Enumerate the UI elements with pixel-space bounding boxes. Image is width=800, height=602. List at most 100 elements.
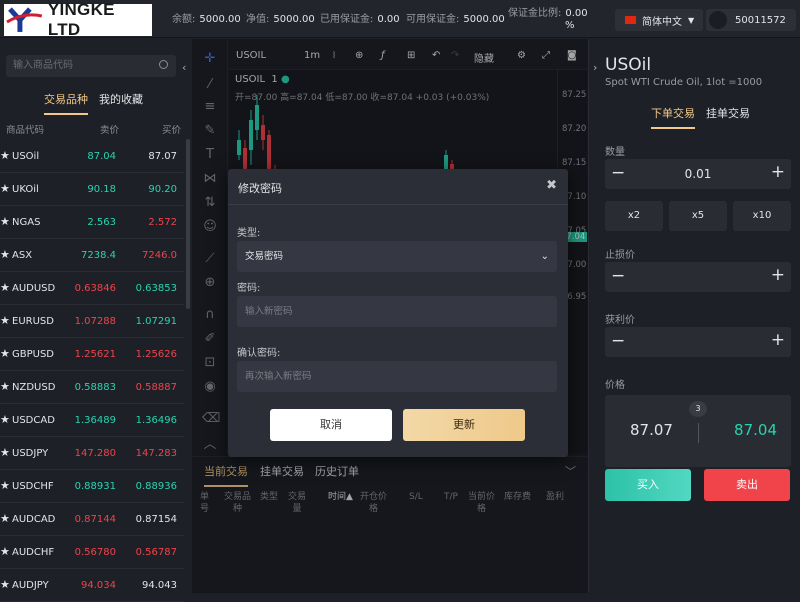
trade-panel: › USOil Spot WTI Crude Oil, 1lot =1000 下…	[588, 39, 800, 593]
multiplier-x2-button[interactable]: x2	[605, 201, 663, 231]
favorite-star-icon[interactable]: ★	[0, 578, 10, 591]
symbol-row[interactable]: ★ AUDJPY 94.034 94.043	[0, 569, 184, 602]
favorite-star-icon[interactable]: ★	[0, 149, 10, 162]
dialog-title: 修改密码	[238, 182, 282, 195]
spread-badge: 3	[689, 401, 707, 417]
symbol-bid: 0.88931	[74, 481, 116, 492]
free-margin-value: 5000.00	[463, 14, 505, 25]
symbol-row[interactable]: ★ AUDCHF 0.56780 0.56787	[0, 536, 184, 569]
used-margin-stat: 已用保证金: 0.00	[320, 14, 400, 25]
cancel-button[interactable]: 取消	[270, 409, 392, 441]
favorite-star-icon[interactable]: ★	[0, 248, 10, 261]
favorite-star-icon[interactable]: ★	[0, 347, 10, 360]
change-password-dialog: 修改密码 ✖ 类型: 交易密码 ⌄ 密码: 输入新密码 确认密码: 再次输入新密码…	[228, 169, 568, 457]
buy-button[interactable]: 买入	[605, 469, 691, 501]
confirm-password-label: 确认密码:	[237, 348, 281, 359]
used-margin-value: 0.00	[377, 14, 400, 25]
symbol-row[interactable]: ★ USOil 87.04 87.07	[0, 140, 184, 173]
symbol-row[interactable]: ★ NGAS 2.563 2.572	[0, 206, 184, 239]
bid-price: 87.07	[630, 421, 673, 439]
increase-stop-loss-button[interactable]: +	[771, 265, 785, 285]
favorite-star-icon[interactable]: ★	[0, 215, 10, 228]
margin-ratio-stat: 保证金比例: 0.00%	[508, 8, 588, 31]
symbol-bid: 0.63846	[74, 283, 116, 294]
collapse-sidebar-icon[interactable]: ‹	[182, 61, 186, 74]
chevron-down-icon: ⌄	[540, 251, 549, 262]
symbol-name: NZDUSD	[12, 382, 56, 393]
symbol-bid: 147.280	[74, 448, 116, 459]
tab-market-order[interactable]: 下单交易	[651, 105, 695, 129]
symbol-row[interactable]: ★ ASX 7238.4 7246.0	[0, 239, 184, 272]
symbol-row[interactable]: ★ AUDCAD 0.87144 0.87154	[0, 503, 184, 536]
symbol-row[interactable]: ★ EURUSD 1.07288 1.07291	[0, 305, 184, 338]
symbol-row[interactable]: ★ USDCHF 0.88931 0.88936	[0, 470, 184, 503]
take-profit-stepper[interactable]: − +	[605, 327, 791, 357]
new-password-input[interactable]: 输入新密码	[237, 296, 557, 327]
close-icon[interactable]: ✖	[546, 178, 557, 193]
sidebar-scrollbar[interactable]	[186, 139, 190, 309]
balance-stat: 余额: 5000.00	[172, 14, 241, 25]
symbol-ask: 0.87154	[135, 514, 177, 525]
account-menu[interactable]: 50011572	[706, 9, 796, 31]
favorite-star-icon[interactable]: ★	[0, 380, 10, 393]
symbol-bid: 1.07288	[74, 316, 116, 327]
account-id: 50011572	[735, 14, 786, 26]
expand-panel-icon[interactable]: ›	[593, 61, 597, 74]
symbol-ask: 7246.0	[142, 250, 177, 261]
ask-price: 87.04	[734, 421, 777, 439]
symbol-sidebar: 输入商品代码 ‹ 交易品种 我的收藏 商品代码 卖价 买价 ★ USOil 87.0…	[0, 39, 192, 602]
symbol-bid: 1.36489	[74, 415, 116, 426]
china-flag-icon	[625, 16, 636, 24]
increase-take-profit-button[interactable]: +	[771, 330, 785, 350]
decrease-take-profit-button[interactable]: −	[611, 331, 625, 351]
logo-text: YINGKE LTD	[47, 0, 115, 39]
symbol-search-input[interactable]: 输入商品代码	[6, 55, 176, 77]
favorite-star-icon[interactable]: ★	[0, 281, 10, 294]
symbol-row[interactable]: ★ AUDUSD 0.63846 0.63853	[0, 272, 184, 305]
price-box: 3 87.07 87.04	[605, 395, 791, 467]
type-label: 类型:	[237, 228, 261, 239]
stop-loss-stepper[interactable]: − +	[605, 262, 791, 292]
confirm-password-input[interactable]: 再次输入新密码	[237, 361, 557, 392]
tab-instruments[interactable]: 交易品种	[44, 91, 88, 115]
tab-pending-order[interactable]: 挂单交易	[706, 105, 750, 121]
col-ask-header: 买价	[162, 125, 182, 136]
favorite-star-icon[interactable]: ★	[0, 479, 10, 492]
price-label: 价格	[605, 380, 625, 391]
language-selector[interactable]: 简体中文 ▼	[615, 9, 703, 31]
quantity-label: 数量	[605, 147, 625, 158]
update-button[interactable]: 更新	[403, 409, 525, 441]
symbol-ask: 0.88936	[135, 481, 177, 492]
symbol-row[interactable]: ★ NZDUSD 0.58883 0.58887	[0, 371, 184, 404]
symbol-row[interactable]: ★ USDJPY 147.280 147.283	[0, 437, 184, 470]
margin-ratio-value: 0.00	[565, 8, 588, 19]
symbol-row[interactable]: ★ UKOil 90.18 90.20	[0, 173, 184, 206]
password-label: 密码:	[237, 283, 261, 294]
symbol-name: AUDCAD	[12, 514, 56, 525]
tab-favorites[interactable]: 我的收藏	[99, 91, 143, 107]
multiplier-x5-button[interactable]: x5	[669, 201, 727, 231]
favorite-star-icon[interactable]: ★	[0, 545, 10, 558]
favorite-star-icon[interactable]: ★	[0, 512, 10, 525]
quantity-value[interactable]: 0.01	[605, 167, 791, 181]
password-type-select[interactable]: 交易密码 ⌄	[237, 241, 557, 272]
multiplier-x10-button[interactable]: x10	[733, 201, 791, 231]
symbol-row[interactable]: ★ USDCAD 1.36489 1.36496	[0, 404, 184, 437]
col-bid-header: 卖价	[100, 125, 120, 136]
decrease-stop-loss-button[interactable]: −	[611, 266, 625, 286]
symbol-ask: 94.043	[142, 580, 177, 591]
symbol-row[interactable]: ★ GBPUSD 1.25621 1.25626	[0, 338, 184, 371]
quantity-stepper[interactable]: − 0.01 +	[605, 159, 791, 189]
symbol-ask: 1.07291	[135, 316, 177, 327]
company-logo[interactable]: YINGKE LTD	[4, 0, 152, 39]
favorite-star-icon[interactable]: ★	[0, 446, 10, 459]
symbol-name: USDCHF	[12, 481, 54, 492]
favorite-star-icon[interactable]: ★	[0, 314, 10, 327]
sell-button[interactable]: 卖出	[704, 469, 790, 501]
favorite-star-icon[interactable]: ★	[0, 182, 10, 195]
increase-quantity-button[interactable]: +	[771, 162, 785, 182]
favorite-star-icon[interactable]: ★	[0, 413, 10, 426]
symbol-bid: 94.034	[81, 580, 116, 591]
symbol-ask: 87.07	[148, 151, 177, 162]
balance-value: 5000.00	[199, 14, 241, 25]
